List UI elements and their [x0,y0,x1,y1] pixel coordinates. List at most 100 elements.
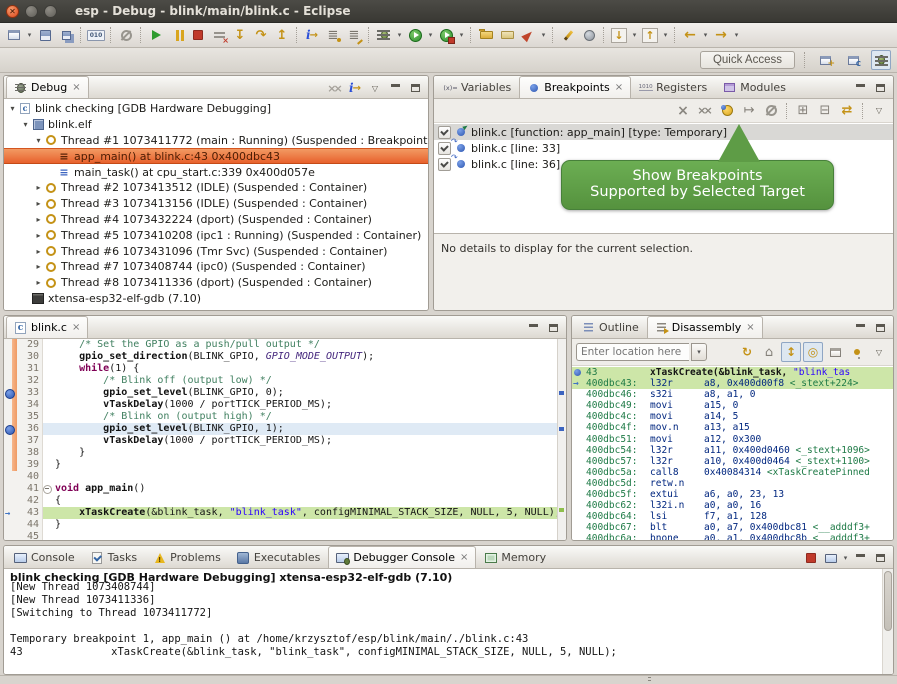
debug-tree-row[interactable]: ▸Thread #2 1073413512 (IDLE) (Suspended … [4,180,428,196]
annotation-ruler[interactable] [4,351,17,363]
fold-ruler[interactable] [43,375,52,387]
editor-line[interactable]: 33 gpio_set_level(BLINK_GPIO, 0); [4,387,557,399]
breakpoint-checkbox[interactable] [438,126,451,139]
open-console-button[interactable] [821,548,841,568]
tab-debug[interactable]: Debug× [6,76,89,98]
show-source-button[interactable] [781,342,801,362]
debug-tree-row[interactable]: xtensa-esp32-elf-gdb (7.10) [4,291,428,307]
disassembly-row[interactable]: 400dbc64:lsif7, a1, 128 [572,511,893,522]
disassembly-row[interactable]: 400dbc4f:mov.na13, a15 [572,422,893,433]
disassembly-row[interactable]: 400dbc4c:movia14, 5 [572,411,893,422]
line-number[interactable]: 43 [17,507,43,519]
minimize-button[interactable] [850,548,870,568]
tree-expander[interactable]: ▸ [33,183,44,192]
open-new-view-button[interactable] [825,342,845,362]
new-wizard-dropdown[interactable]: ▾ [25,25,34,45]
refresh-button[interactable] [737,342,757,362]
window-maximize-button[interactable] [44,5,57,18]
remove-terminated-button[interactable] [325,78,345,98]
fold-ruler[interactable] [43,531,52,540]
sync-selection-button[interactable] [803,342,823,362]
launch-target-button[interactable] [518,25,538,45]
editor-line[interactable]: 29 /* Set the GPIO as a push/pull output… [4,339,557,351]
debug-tree-row[interactable]: ▾blink checking [GDB Hardware Debugging] [4,101,428,117]
tab-close-icon[interactable]: × [72,322,80,333]
terminate-button[interactable] [801,548,821,568]
tab-outline[interactable]: Outline [574,316,647,338]
suspend-button[interactable] [167,25,187,45]
breakpoint-checkbox[interactable] [438,158,451,171]
debug-tree-row[interactable]: ▸Thread #6 1073431096 (Tmr Svc) (Suspend… [4,243,428,259]
editor-line[interactable]: 45 [4,531,557,540]
new-wizard-button[interactable] [4,25,24,45]
debug-tree-row[interactable]: ▸Thread #4 1073432224 (dport) (Suspended… [4,212,428,228]
window-close-button[interactable]: ✕ [6,5,19,18]
line-number[interactable]: 31 [17,363,43,375]
debug-tree-row[interactable]: ▸Thread #5 1073410208 (ipc1 : Running) (… [4,227,428,243]
editor-line[interactable]: 32 /* Blink off (output low) */ [4,375,557,387]
fold-ruler[interactable] [43,471,52,483]
tree-expander[interactable]: ▸ [33,199,44,208]
fold-ruler[interactable] [43,459,52,471]
ruler-breakpoint-mark[interactable] [559,391,564,395]
breakpoint-row[interactable]: blink.c [function: app_main] [type: Temp… [434,124,893,140]
tab-debugger-console[interactable]: Debugger Console× [328,546,476,568]
filters-config-button[interactable] [344,25,364,45]
tab-close-icon[interactable]: × [460,552,468,563]
line-number[interactable]: 32 [17,375,43,387]
ruler-breakpoint-mark[interactable] [559,427,564,431]
annotation-ruler[interactable] [4,375,17,387]
debug-tree-row[interactable]: ▾blink.elf [4,117,428,133]
location-dropdown[interactable]: ▾ [691,343,707,361]
minimize-button[interactable] [523,318,543,338]
annotation-ruler[interactable] [4,447,17,459]
tab-close-icon[interactable]: × [615,82,623,93]
run-dropdown[interactable]: ▾ [426,25,435,45]
line-number[interactable]: 40 [17,471,43,483]
back-dropdown[interactable]: ▾ [701,25,710,45]
breakpoint-icon[interactable] [5,425,15,435]
tab-tasks[interactable]: Tasks [83,546,145,568]
debug-tree-row[interactable]: main_task() at cpu_start.c:339 0x400d057… [4,164,428,180]
breakpoint-checkbox[interactable] [438,142,451,155]
tab-close-icon[interactable]: × [746,322,754,333]
fold-ruler[interactable] [43,423,52,435]
ruler-current-line-mark[interactable] [559,508,564,512]
disassembly-row[interactable]: 400dbc43:l32ra8, 0x400d00f8 <_stext+224> [572,378,893,389]
maximize-button[interactable] [870,548,890,568]
tab-problems[interactable]: Problems [145,546,229,568]
open-project-button[interactable] [497,25,517,45]
annotation-ruler[interactable] [4,363,17,375]
debugger-console-output[interactable]: blink checking [GDB Hardware Debugging] … [4,569,893,674]
skip-all-breakpoints-button[interactable] [116,25,136,45]
line-number[interactable]: 30 [17,351,43,363]
tree-expander[interactable]: ▸ [33,247,44,256]
external-tools-button[interactable] [436,25,456,45]
tab-executables[interactable]: Executables [229,546,329,568]
open-folder-button[interactable] [476,25,496,45]
line-number[interactable]: 37 [17,435,43,447]
fold-ruler[interactable] [43,435,52,447]
external-tools-dropdown[interactable]: ▾ [457,25,466,45]
annotation-ruler[interactable]: → [4,507,17,519]
breakpoint-row[interactable]: blink.c [line: 33] [434,140,893,156]
back-button[interactable] [680,25,700,45]
fold-ruler[interactable] [43,519,52,531]
view-menu-button[interactable] [365,78,385,98]
tree-expander[interactable]: ▸ [33,215,44,224]
line-number[interactable]: 42 [17,495,43,507]
tab-close-icon[interactable]: × [72,82,80,93]
open-console-dropdown[interactable]: ▾ [841,548,850,568]
disassembly-row[interactable]: 400dbc57:l32ra10, 0x400d0464 <_stext+110… [572,456,893,467]
disassembly-row[interactable]: 400dbc54:l32ra11, 0x400d0460 <_stext+109… [572,445,893,456]
minimize-button[interactable] [850,78,870,98]
open-resource-button[interactable] [579,25,599,45]
disassembly-row[interactable]: 400dbc62:l32i.na0, a0, 16 [572,500,893,511]
collapse-all-button[interactable] [815,101,835,121]
editor-line[interactable]: 42{ [4,495,557,507]
disassembly-row[interactable]: 400dbc5d:retw.n [572,478,893,489]
annotation-ruler[interactable] [4,423,17,435]
annotation-ruler[interactable] [4,399,17,411]
view-menu-button[interactable] [869,342,889,362]
debug-tree-row[interactable]: ▸Thread #3 1073413156 (IDLE) (Suspended … [4,196,428,212]
